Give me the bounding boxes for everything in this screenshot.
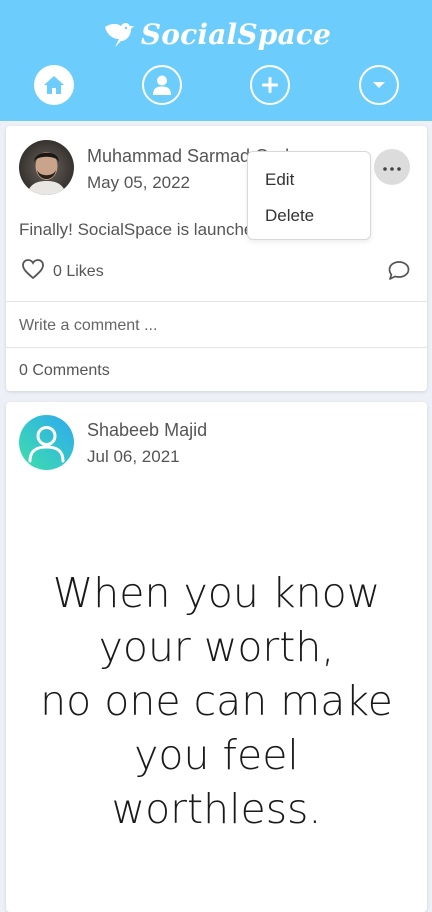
post-date: May 05, 2022 <box>87 173 191 192</box>
divider <box>6 347 427 348</box>
likes-count: 0 Likes <box>53 262 104 280</box>
author-avatar[interactable] <box>19 140 74 195</box>
brand-name: SocialSpace <box>140 17 332 51</box>
app-header: SocialSpace <box>0 0 432 121</box>
post-text: Finally! SocialSpace is launched <box>19 220 263 239</box>
comment-icon[interactable] <box>387 259 411 286</box>
like-button[interactable]: 0 Likes <box>21 258 104 285</box>
chevron-down-icon <box>371 80 387 90</box>
brand[interactable]: SocialSpace <box>0 12 432 56</box>
nav-create-button[interactable] <box>250 65 290 105</box>
comments-count[interactable]: 0 Comments <box>19 362 110 380</box>
menu-item-edit[interactable]: Edit <box>265 170 294 190</box>
comment-input[interactable] <box>19 316 414 336</box>
more-horizontal-icon <box>383 158 401 176</box>
author-avatar[interactable] <box>19 415 74 470</box>
home-icon <box>43 74 65 96</box>
post-image-quote: When you know your worth, no one can mak… <box>40 569 393 833</box>
menu-item-delete[interactable]: Delete <box>265 206 314 226</box>
post-author-name[interactable]: Shabeeb Majid <box>87 420 207 441</box>
post-card: Shabeeb Majid Jul 06, 2021 When you know… <box>6 402 427 912</box>
nav-profile-button[interactable] <box>142 65 182 105</box>
plus-icon <box>260 75 280 95</box>
post-options-button[interactable] <box>374 149 410 185</box>
nav-menu-button[interactable] <box>359 65 399 105</box>
nav-home-button[interactable] <box>34 65 74 105</box>
divider <box>6 301 427 302</box>
user-icon <box>152 74 172 96</box>
post-options-menu: Edit Delete <box>247 151 371 240</box>
post-date: Jul 06, 2021 <box>87 447 180 466</box>
heart-icon <box>21 258 45 285</box>
dove-icon <box>101 17 135 51</box>
